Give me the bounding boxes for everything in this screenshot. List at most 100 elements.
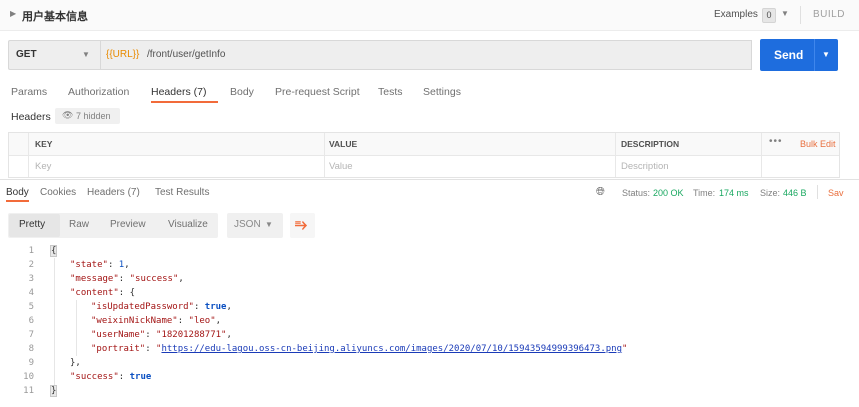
- eye-icon: 👁: [62, 110, 74, 120]
- tab-authorization[interactable]: Authorization: [68, 86, 129, 98]
- description-input[interactable]: Description: [621, 161, 669, 172]
- section-divider: [0, 179, 859, 180]
- json-key: "success": [70, 372, 119, 382]
- tab-settings[interactable]: Settings: [423, 86, 461, 98]
- format-preview-button[interactable]: Preview: [110, 219, 146, 230]
- line-number: 5: [28, 302, 34, 312]
- column-header-value: VALUE: [329, 139, 358, 149]
- code-line: }: [49, 385, 58, 397]
- hidden-headers-label: 7 hidden: [76, 111, 111, 121]
- active-tab-indicator: [151, 101, 218, 103]
- method-label: GET: [16, 49, 37, 60]
- size-value: 446 B: [783, 188, 807, 198]
- code-line: "success": true: [70, 372, 152, 382]
- format-visualize-button[interactable]: Visualize: [168, 219, 208, 230]
- json-key: "isUpdatedPassword": [91, 302, 194, 312]
- collapse-caret-icon[interactable]: ▶: [10, 9, 16, 18]
- indent-guide: [54, 258, 55, 386]
- size-key: Size:: [760, 188, 781, 198]
- line-number: 7: [28, 330, 34, 340]
- json-key: "portrait": [91, 344, 146, 354]
- time-key: Time:: [693, 188, 716, 198]
- tab-body[interactable]: Body: [230, 86, 254, 98]
- line-number: 6: [28, 316, 34, 326]
- code-line: "content": {: [70, 288, 136, 298]
- line-number: 3: [28, 274, 34, 284]
- table-col-divider: [28, 133, 29, 177]
- response-tab-test-results[interactable]: Test Results: [155, 187, 209, 198]
- indent-guide: [76, 300, 77, 356]
- status-value: 200 OK: [653, 188, 684, 198]
- json-key: "state": [70, 260, 108, 270]
- json-key: "userName": [91, 330, 146, 340]
- json-brace: }: [49, 385, 58, 397]
- json-string: "success": [129, 274, 179, 284]
- json-key: "weixinNickName": [91, 316, 178, 326]
- send-button-label: Send: [774, 48, 804, 62]
- code-line: "userName": "18201288771",: [91, 330, 232, 340]
- tab-params[interactable]: Params: [11, 86, 47, 98]
- response-tab-cookies[interactable]: Cookies: [40, 187, 76, 198]
- code-line: "portrait": "https://edu-lagou.oss-cn-be…: [91, 344, 628, 354]
- code-line: "weixinNickName": "leo",: [91, 316, 222, 326]
- url-path: /front/user/getInfo: [147, 49, 226, 60]
- json-key: "content": [70, 288, 119, 298]
- tab-headers[interactable]: Headers (7): [151, 86, 206, 98]
- request-name[interactable]: 用户基本信息: [22, 8, 88, 24]
- code-line: {: [49, 245, 58, 257]
- column-header-key: KEY: [35, 139, 53, 149]
- globe-icon[interactable]: 🌐︎: [596, 186, 605, 199]
- response-tab-body[interactable]: Body: [6, 187, 29, 198]
- line-number: 4: [28, 288, 34, 298]
- status-divider: [817, 185, 818, 199]
- json-brace: },: [70, 358, 81, 368]
- send-divider: [814, 39, 815, 71]
- line-number: 1: [28, 246, 34, 256]
- line-number: 8: [28, 344, 34, 354]
- more-options-icon[interactable]: •••: [769, 136, 783, 147]
- json-quote: ": [622, 344, 628, 354]
- format-raw-button[interactable]: Raw: [69, 219, 89, 230]
- chevron-down-icon[interactable]: ▼: [781, 9, 789, 18]
- json-number: 1: [118, 260, 125, 270]
- json-brace: {: [49, 245, 58, 257]
- save-response-button[interactable]: Sav: [828, 188, 844, 198]
- bulk-edit-link[interactable]: Bulk Edit: [800, 139, 836, 149]
- line-number: 10: [23, 372, 34, 382]
- method-chevron-down-icon[interactable]: ▼: [82, 50, 90, 59]
- column-header-description: DESCRIPTION: [621, 139, 680, 149]
- code-line: "isUpdatedPassword": true,: [91, 302, 232, 312]
- tab-tests[interactable]: Tests: [378, 86, 403, 98]
- line-number: 11: [23, 386, 34, 396]
- wrap-lines-icon: ⥱: [295, 216, 308, 233]
- header-divider: [800, 6, 801, 24]
- send-options-chevron-icon[interactable]: ▼: [822, 50, 830, 59]
- json-string: "18201288771": [156, 330, 227, 340]
- json-brace: {: [129, 288, 136, 298]
- json-key: "message": [70, 274, 119, 284]
- portrait-url-link[interactable]: https://edu-lagou.oss-cn-beijing.aliyunc…: [161, 344, 622, 354]
- examples-count-badge: 0: [762, 8, 776, 23]
- key-input[interactable]: Key: [35, 161, 51, 172]
- table-col-divider: [761, 133, 762, 177]
- json-boolean: true: [204, 302, 227, 312]
- headers-table-header-row: [9, 133, 839, 156]
- url-variable: {{URL}}: [106, 49, 140, 60]
- build-button[interactable]: BUILD: [813, 9, 845, 20]
- value-input[interactable]: Value: [329, 161, 353, 172]
- code-line: "state": 1,: [70, 260, 130, 270]
- table-col-divider: [615, 133, 616, 177]
- time-value: 174 ms: [719, 188, 749, 198]
- language-select-label: JSON: [234, 219, 261, 230]
- chevron-down-icon[interactable]: ▼: [265, 220, 273, 229]
- status-key: Status:: [622, 188, 651, 198]
- line-number: 2: [28, 260, 34, 270]
- headers-section-title: Headers: [11, 111, 51, 123]
- code-line: },: [70, 358, 81, 368]
- tab-pre-request-script[interactable]: Pre-request Script: [275, 86, 360, 98]
- json-boolean: true: [129, 372, 152, 382]
- response-tab-headers[interactable]: Headers (7): [87, 187, 140, 198]
- format-pretty-button[interactable]: Pretty: [19, 219, 45, 230]
- examples-dropdown[interactable]: Examples: [714, 9, 758, 20]
- code-line: "message": "success",: [70, 274, 184, 284]
